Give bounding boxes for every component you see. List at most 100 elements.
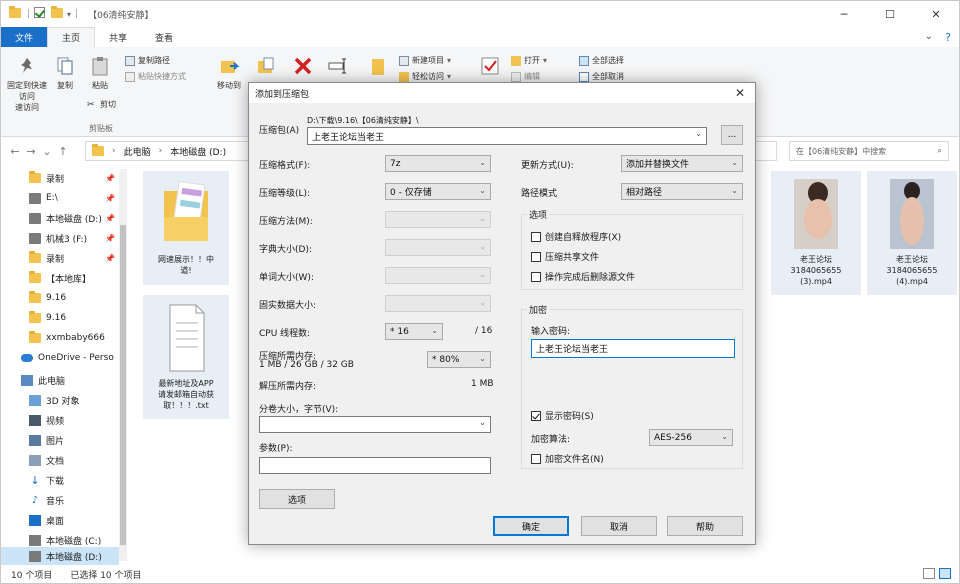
params-input[interactable] [259,457,491,474]
ribbon-tabs: 文件 主页 共享 查看 ⌄ ? [1,27,959,47]
open-button[interactable]: 打开 ▾ [511,55,547,66]
search-input[interactable]: 在【06清纯安静】中搜索 ⌕ [789,141,949,161]
properties-check-icon[interactable] [34,7,46,21]
nav-item[interactable]: 本地磁盘 (D:) 📌 [1,209,119,227]
chevron-down-icon[interactable]: ⌄ [925,31,933,42]
chevron-down-icon: ⌄ [731,158,738,167]
path-mode-select[interactable]: 相对路径 ⌄ [621,183,743,200]
chevron-down-icon[interactable]: ⌄ [695,129,702,138]
cut-button[interactable]: ✂ 剪切 [87,99,116,110]
breadcrumb-drive-d[interactable]: 本地磁盘 (D:) [170,145,226,158]
delete-after-checkbox[interactable]: 操作完成后删除源文件 [531,270,635,283]
pin-quick-access-button[interactable]: 固定到快速访问 速访问 [7,55,47,113]
nav-item[interactable]: 3D 对象 [1,391,119,409]
scrollbar-thumb[interactable] [120,225,126,545]
update-select[interactable]: 添加并替换文件 ⌄ [621,155,743,172]
file-tile[interactable]: 老王论坛 3184065655 (4).mp4 [867,171,957,295]
enc-method-select[interactable]: AES-256 ⌄ [649,429,733,446]
nav-item[interactable]: ↓ 下载 [1,471,119,489]
tab-share[interactable]: 共享 [95,27,141,47]
method-select: ⌄ [385,211,491,228]
browse-button[interactable]: ... [721,125,743,145]
nav-item-onedrive[interactable]: OneDrive - Perso [1,349,119,367]
encrypt-names-checkbox[interactable]: 加密文件名(N) [531,452,604,465]
nav-item-selected[interactable]: 本地磁盘 (D:) [1,547,119,565]
drive-icon [29,212,41,224]
nav-item[interactable]: 9.16 [1,309,119,327]
show-password-checkbox[interactable]: 显示密码(S) [531,409,594,422]
maximize-button[interactable]: ☐ [867,1,913,27]
copy-button[interactable]: 复制 [51,55,79,91]
nav-item[interactable]: 视频 [1,411,119,429]
file-tile[interactable]: 网速展示！！中 道! [143,171,229,285]
new-folder-button[interactable] [365,55,391,80]
mem-percent-select[interactable]: * 80% ⌄ [427,351,491,368]
help-button[interactable]: 帮助 [667,516,743,536]
chevron-down-icon[interactable]: ⌄ [479,418,486,427]
new-item-button[interactable]: 新建项目 ▾ [399,55,451,66]
select-all-button[interactable]: 全部选择 [579,55,624,66]
nav-item-this-pc[interactable]: 此电脑 [1,371,119,389]
nav-item[interactable]: 录制 📌 [1,249,119,267]
quick-access-dropdown-icon[interactable]: ▾ [67,10,71,19]
format-select[interactable]: 7z ⌄ [385,155,491,172]
delete-button[interactable] [291,55,315,80]
shared-files-checkbox[interactable]: 压缩共享文件 [531,250,599,263]
move-to-button[interactable]: 移动到 [213,55,245,91]
help-icon[interactable]: ? [945,31,951,44]
options-button[interactable]: 选项 [259,489,335,509]
nav-item[interactable]: 9.16 [1,289,119,307]
tab-view[interactable]: 查看 [141,27,187,47]
file-tile[interactable]: 老王论坛 3184065655 (3).mp4 [771,171,861,295]
nav-scrollbar[interactable] [119,169,127,561]
new-folder-icon[interactable] [51,5,64,21]
nav-item[interactable]: 桌面 [1,511,119,529]
details-view-icon[interactable] [923,568,935,579]
documents-icon [29,454,41,466]
close-icon[interactable]: ✕ [735,86,745,100]
nav-item[interactable]: 图片 [1,431,119,449]
copy-to-button[interactable] [253,55,279,80]
nav-item[interactable]: 机械3 (F:) 📌 [1,229,119,247]
properties-check-icon [481,57,499,75]
edit-button[interactable]: 编辑 [511,71,540,82]
level-select[interactable]: 0 - 仅存储 ⌄ [385,183,491,200]
archive-name-input[interactable]: 上老王论坛当老王 ⌄ [307,127,707,145]
sfx-checkbox[interactable]: 创建自释放程序(X) [531,230,621,243]
breadcrumb-this-pc[interactable]: 此电脑 [124,145,151,158]
nav-item[interactable]: ♪ 音乐 [1,491,119,509]
chevron-down-icon: ⌄ [479,270,486,279]
paste-shortcut-button[interactable]: 粘贴快捷方式 [125,71,186,82]
close-button[interactable]: ✕ [913,1,959,27]
minimize-button[interactable]: ─ [821,1,867,27]
nav-item[interactable]: 【本地库】 [1,269,119,287]
search-icon[interactable]: ⌕ [938,146,942,156]
new-folder-icon [372,59,384,75]
properties-button[interactable] [477,55,503,80]
format-label: 压缩格式(F): [259,161,311,171]
recent-dropdown-icon[interactable]: ⌄ [39,145,55,158]
3d-objects-icon [29,394,41,406]
ok-button[interactable]: 确定 [493,516,569,536]
tab-file[interactable]: 文件 [1,27,48,47]
select-none-button[interactable]: 全部取消 [579,71,624,82]
back-arrow-icon[interactable]: ← [7,145,23,158]
word-select: ⌄ [385,267,491,284]
easy-access-button[interactable]: 轻松访问 ▾ [399,71,451,82]
tab-home[interactable]: 主页 [47,27,96,47]
nav-item[interactable]: E:\ 📌 [1,189,119,207]
nav-item[interactable]: 文档 [1,451,119,469]
up-arrow-icon[interactable]: ↑ [55,145,71,158]
nav-item[interactable]: xxmbaby666 [1,329,119,347]
rename-button[interactable] [325,55,351,80]
cancel-button[interactable]: 取消 [581,516,657,536]
file-tile[interactable]: 最新地址及APP 请发邮箱自动获 取！！！.txt [143,295,229,419]
paste-button[interactable]: 粘贴 [85,55,115,91]
nav-item[interactable]: 录制 📌 [1,169,119,187]
forward-arrow-icon[interactable]: → [23,145,39,158]
cpu-select[interactable]: * 16 ⌄ [385,323,443,340]
password-input[interactable]: 上老王论坛当老王 [531,339,735,358]
large-icons-view-icon[interactable] [939,568,951,579]
split-size-input[interactable]: ⌄ [259,416,491,433]
copy-path-button[interactable]: 复制路径 [125,55,170,66]
